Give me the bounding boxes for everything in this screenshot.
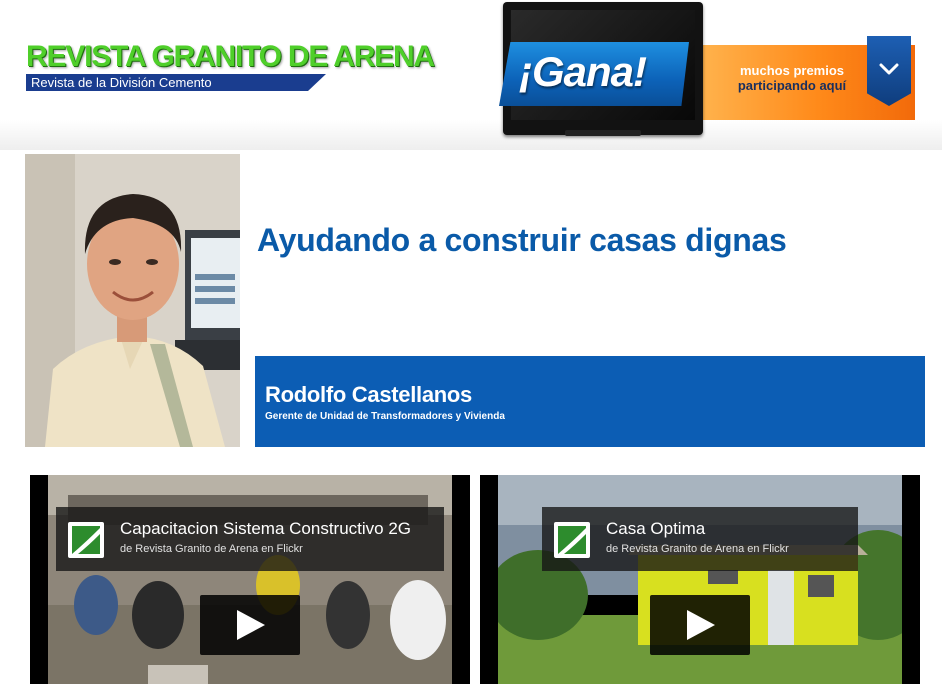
site-logo-subtitle-bar: Revista de la División Cemento bbox=[26, 74, 326, 91]
video-player-1[interactable]: Capacitacion Sistema Constructivo 2G de … bbox=[30, 475, 470, 684]
site-logo-subtitle: Revista de la División Cemento bbox=[31, 75, 212, 90]
promo-line-2: participando aquí bbox=[737, 78, 847, 93]
promo-headline-box[interactable]: ¡Gana! bbox=[499, 42, 689, 106]
play-button-2[interactable] bbox=[650, 595, 750, 655]
author-name: Rodolfo Castellanos bbox=[265, 382, 472, 407]
video-byline-1[interactable]: de Revista Granito de Arena en Flickr bbox=[120, 543, 303, 555]
promo-headline: ¡Gana! bbox=[519, 48, 647, 95]
tv-stand bbox=[565, 130, 641, 136]
video-title-1[interactable]: Capacitacion Sistema Constructivo 2G bbox=[120, 519, 411, 539]
video-title-2[interactable]: Casa Optima bbox=[606, 519, 705, 539]
article-title[interactable]: Ayudando a construir casas dignas bbox=[257, 222, 787, 259]
promo-text[interactable]: muchos premios participando aquí bbox=[727, 63, 857, 93]
play-icon bbox=[687, 610, 715, 640]
author-box: Rodolfo Castellanos Gerente de Unidad de… bbox=[255, 356, 925, 447]
chevron-down-icon bbox=[879, 63, 899, 75]
video-player-2[interactable]: Casa Optima de Revista Granito de Arena … bbox=[480, 475, 920, 684]
site-logo-title[interactable]: REVISTA GRANITO DE ARENA bbox=[26, 40, 435, 74]
video-info-overlay-1[interactable]: Capacitacion Sistema Constructivo 2G de … bbox=[56, 507, 444, 571]
promo-line-1: muchos premios bbox=[739, 63, 845, 78]
flickr-logo-icon bbox=[554, 522, 590, 558]
author-photo bbox=[25, 154, 240, 447]
flickr-logo-icon bbox=[68, 522, 104, 558]
play-icon bbox=[237, 610, 265, 640]
promo-expand-button[interactable] bbox=[867, 36, 911, 106]
video-byline-2[interactable]: de Revista Granito de Arena en Flickr bbox=[606, 543, 789, 555]
author-role: Gerente de Unidad de Transformadores y V… bbox=[265, 411, 505, 422]
video-info-overlay-2[interactable]: Casa Optima de Revista Granito de Arena … bbox=[542, 507, 858, 571]
play-button-1[interactable] bbox=[200, 595, 300, 655]
